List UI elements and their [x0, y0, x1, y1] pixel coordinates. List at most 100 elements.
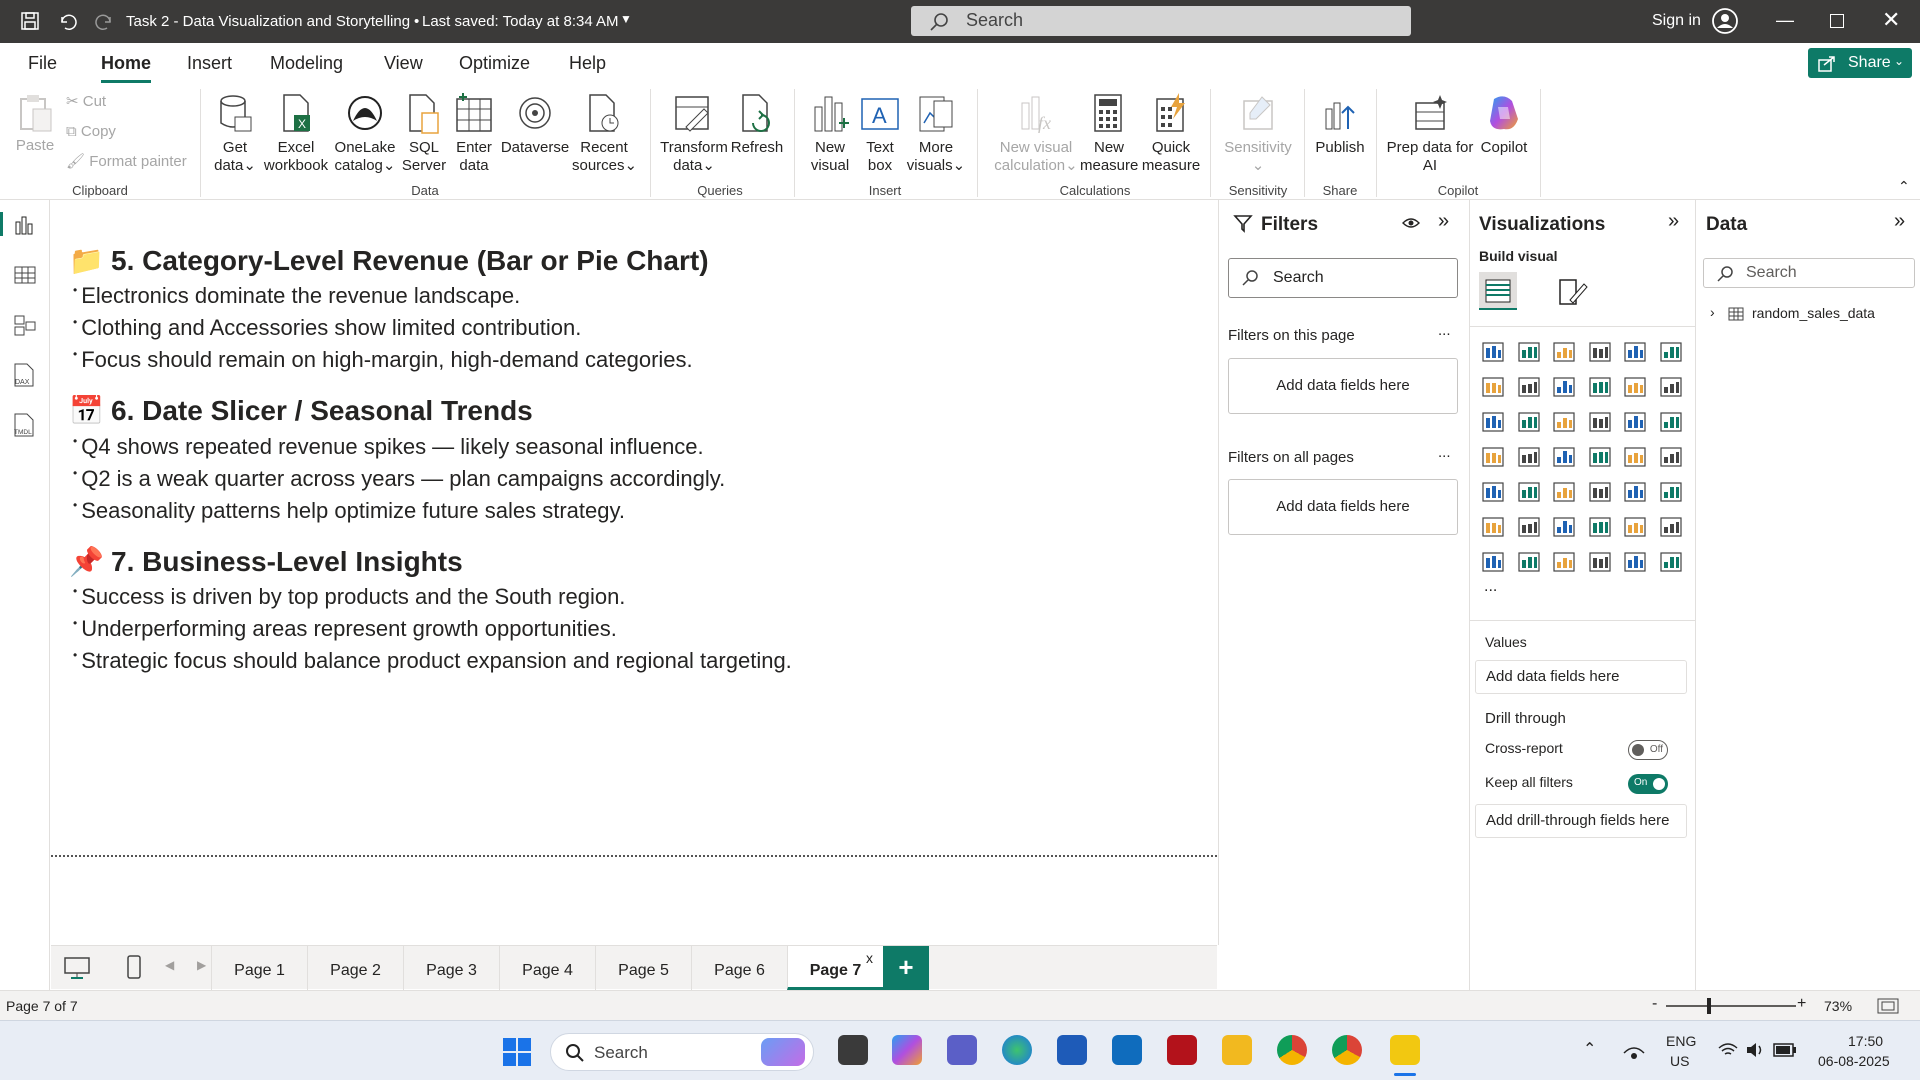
python-icon[interactable] — [1481, 515, 1505, 539]
scatter-icon[interactable] — [1588, 410, 1612, 434]
decomposition-tree-icon[interactable] — [1552, 515, 1576, 539]
save-icon[interactable] — [20, 11, 40, 31]
table-tree-item[interactable]: › random_sales_data — [1710, 304, 1910, 328]
app-icon[interactable] — [1167, 1035, 1197, 1065]
collapse-ribbon-icon[interactable]: ⌃ — [1898, 178, 1910, 195]
collapse-filters-icon[interactable]: » — [1438, 210, 1449, 233]
clock-time[interactable]: 17:50 — [1848, 1033, 1883, 1049]
stacked-area-icon[interactable] — [1552, 375, 1576, 399]
tab-page-4[interactable]: Page 4 — [499, 946, 595, 990]
new-visual-button[interactable]: New visual — [804, 93, 856, 175]
transform-data-button[interactable]: Transform data⌄ — [660, 93, 728, 175]
wifi-icon[interactable] — [1718, 1041, 1738, 1059]
power-automate-icon[interactable] — [1623, 550, 1647, 574]
stacked-bar-icon[interactable] — [1481, 340, 1505, 364]
clock-date[interactable]: 06-08-2025 — [1818, 1053, 1890, 1069]
add-page-button[interactable]: + — [883, 946, 929, 990]
report-canvas[interactable]: 📁 5. Category-Level Revenue (Bar or Pie C… — [51, 200, 1217, 945]
region-indicator[interactable]: US — [1670, 1053, 1689, 1069]
zoom-slider-thumb[interactable] — [1707, 998, 1711, 1014]
menu-file[interactable]: File — [28, 53, 57, 74]
desktop-layout-icon[interactable] — [63, 956, 91, 980]
kpi-icon[interactable] — [1517, 480, 1541, 504]
chrome-icon[interactable] — [1277, 1035, 1307, 1065]
tab-page-3[interactable]: Page 3 — [403, 946, 499, 990]
menu-help[interactable]: Help — [569, 53, 606, 74]
fit-to-page-icon[interactable] — [1877, 998, 1899, 1014]
new-visual-calculation-button[interactable]: fx New visual calculation⌄ — [990, 93, 1082, 175]
zoom-out-button[interactable]: - — [1652, 995, 1657, 1013]
stacked-column-icon[interactable] — [1517, 340, 1541, 364]
maximize-icon[interactable] — [1830, 14, 1844, 28]
format-painter-button[interactable]: 🖌 Format painter — [66, 153, 187, 171]
battery-icon[interactable] — [1773, 1043, 1797, 1057]
mobile-layout-icon[interactable] — [125, 954, 143, 980]
chevron-up-icon[interactable]: ⌃ — [1583, 1039, 1596, 1059]
donut-icon[interactable] — [1659, 410, 1683, 434]
new-measure-button[interactable]: New measure — [1080, 93, 1138, 175]
tab-page-6[interactable]: Page 6 — [691, 946, 787, 990]
keep-all-filters-toggle[interactable]: On — [1628, 774, 1668, 794]
eye-icon[interactable] — [1402, 215, 1420, 231]
scroll-left-icon[interactable]: ◀ — [165, 958, 174, 972]
excel-workbook-button[interactable]: X Excel workbook — [262, 93, 330, 175]
format-visual-icon[interactable] — [1556, 276, 1588, 308]
report-view-icon[interactable] — [14, 214, 36, 236]
area-icon[interactable] — [1517, 375, 1541, 399]
publish-button[interactable]: Publish — [1312, 93, 1368, 157]
redo-icon[interactable] — [95, 11, 115, 31]
ribbon-icon[interactable] — [1481, 410, 1505, 434]
add-page-filter-field[interactable]: Add data fields here — [1228, 358, 1458, 414]
recent-sources-button[interactable]: Recent sources⌄ — [572, 93, 637, 175]
menu-optimize[interactable]: Optimize — [459, 53, 530, 74]
filters-search-input[interactable]: Search — [1228, 258, 1458, 298]
close-tab-icon[interactable]: x — [866, 950, 873, 966]
menu-modeling[interactable]: Modeling — [270, 53, 343, 74]
more-visuals-button[interactable]: More visuals⌄ — [906, 93, 966, 175]
cut-button[interactable]: ✂ Cut — [66, 93, 106, 111]
drill-through-add-field[interactable]: Add drill-through fields here — [1475, 804, 1687, 838]
windows-start-icon[interactable] — [502, 1037, 532, 1067]
paginated-icon[interactable] — [1481, 550, 1505, 574]
chevron-right-icon[interactable]: › — [1710, 304, 1715, 320]
zoom-slider[interactable] — [1666, 1005, 1796, 1007]
file-explorer-icon[interactable] — [1222, 1035, 1252, 1065]
global-search-input[interactable]: Search — [911, 6, 1411, 36]
card-icon[interactable] — [1659, 445, 1683, 469]
zoom-in-button[interactable]: + — [1797, 995, 1806, 1013]
qa-icon[interactable] — [1588, 515, 1612, 539]
filled-map-icon[interactable] — [1552, 445, 1576, 469]
collapse-visualizations-icon[interactable]: » — [1668, 210, 1679, 233]
funnel-icon[interactable] — [1552, 410, 1576, 434]
taskbar-search-input[interactable]: Search — [550, 1033, 814, 1071]
power-bi-icon[interactable] — [1390, 1035, 1420, 1065]
matrix-icon[interactable] — [1623, 480, 1647, 504]
microsoft-store-icon[interactable] — [1057, 1035, 1087, 1065]
pie-icon[interactable] — [1623, 410, 1647, 434]
add-all-pages-filter-field[interactable]: Add data fields here — [1228, 479, 1458, 535]
line-clustered-column-icon[interactable] — [1659, 375, 1683, 399]
teams-icon[interactable] — [947, 1035, 977, 1065]
close-icon[interactable]: ✕ — [1882, 7, 1900, 33]
clustered-column-icon[interactable] — [1588, 340, 1612, 364]
tab-page-1[interactable]: Page 1 — [211, 946, 307, 990]
share-button[interactable]: Share ⌄ — [1808, 48, 1912, 78]
key-influencers-icon[interactable] — [1517, 515, 1541, 539]
task-view-icon[interactable] — [838, 1035, 868, 1065]
card-new-icon[interactable] — [1517, 550, 1541, 574]
100-stacked-column-icon[interactable] — [1659, 340, 1683, 364]
100-stacked-area-icon[interactable] — [1588, 375, 1612, 399]
copilot-app-icon[interactable] — [892, 1035, 922, 1065]
sql-server-button[interactable]: SQL Server — [400, 93, 448, 175]
language-indicator[interactable]: ENG — [1666, 1033, 1696, 1049]
100-stacked-bar-icon[interactable] — [1623, 340, 1647, 364]
table-view-icon[interactable] — [14, 264, 36, 286]
edge-browser-icon[interactable] — [1002, 1035, 1032, 1065]
refresh-button[interactable]: Refresh — [730, 93, 784, 157]
build-visual-tab[interactable] — [1479, 272, 1517, 310]
line-icon[interactable] — [1481, 375, 1505, 399]
account-icon[interactable] — [1712, 8, 1738, 34]
more-icon[interactable] — [1659, 550, 1683, 574]
copilot-button[interactable]: Copilot — [1476, 93, 1532, 157]
data-search-input[interactable]: Search — [1703, 258, 1915, 288]
